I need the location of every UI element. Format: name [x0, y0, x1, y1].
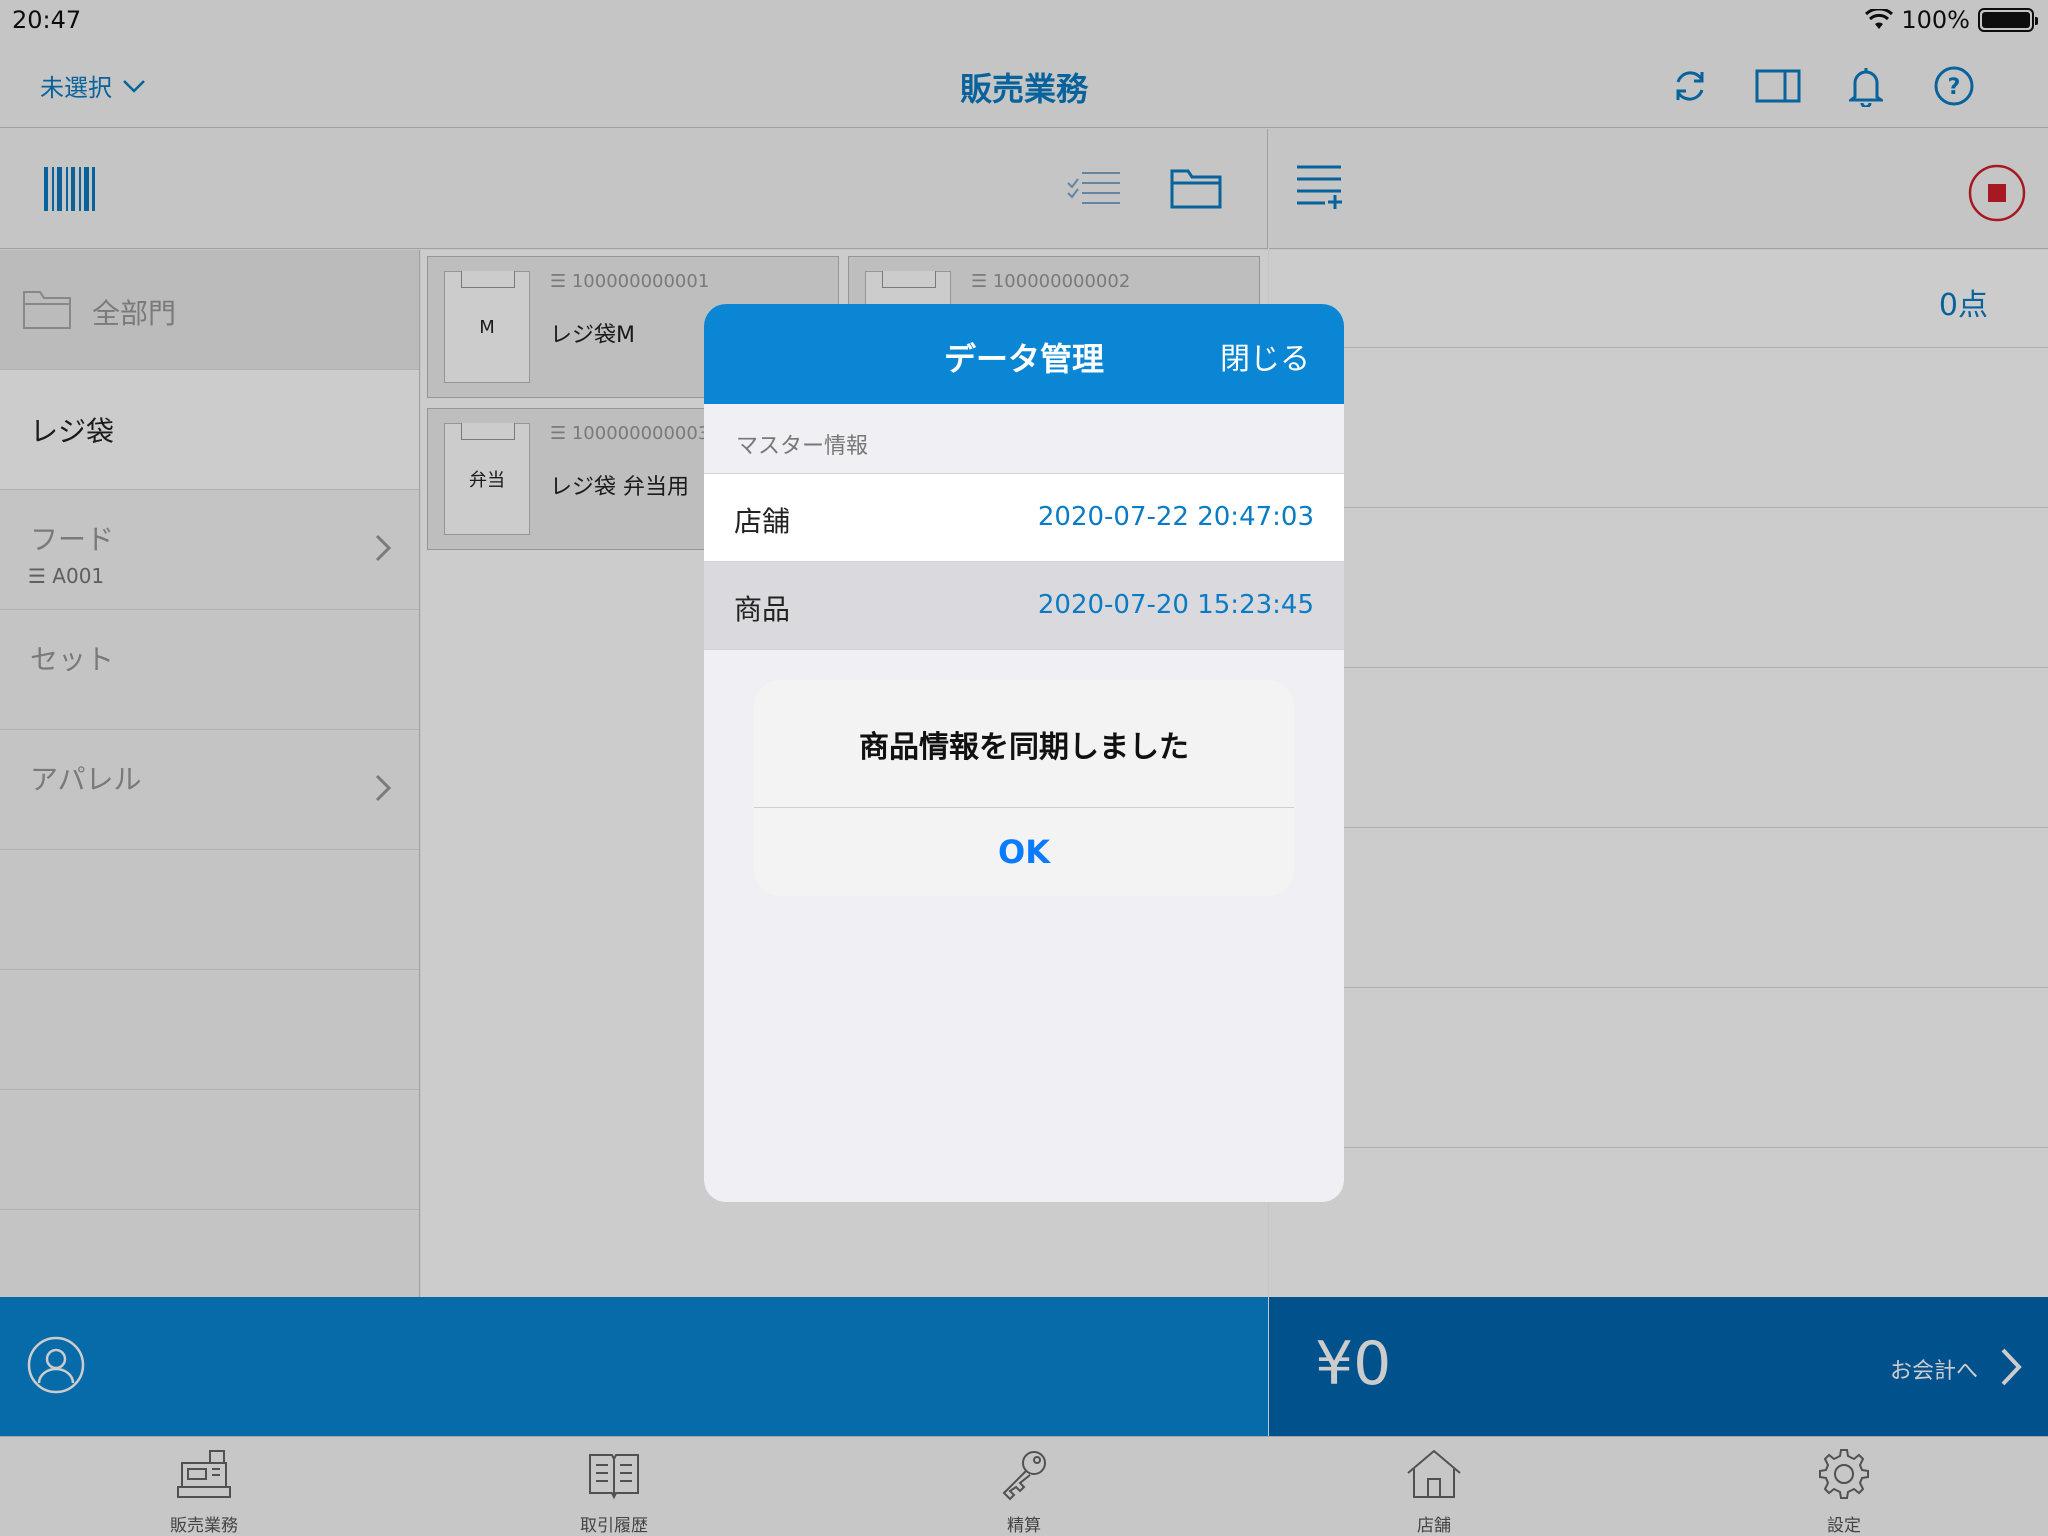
master-row-label: 商品: [734, 593, 791, 626]
close-button[interactable]: 閉じる: [1220, 334, 1310, 378]
master-row-product[interactable]: 商品 2020-07-20 15:23:45: [704, 562, 1344, 650]
section-label: マスター情報: [704, 404, 1344, 474]
master-row-store[interactable]: 店舗 2020-07-22 20:47:03: [704, 474, 1344, 562]
alert-message: 商品情報を同期しました: [754, 680, 1294, 808]
master-row-timestamp: 2020-07-22 20:47:03: [1037, 502, 1314, 532]
sheet-header: データ管理 閉じる: [704, 304, 1344, 404]
sync-alert: 商品情報を同期しました OK: [754, 680, 1294, 896]
ok-button[interactable]: OK: [754, 808, 1294, 896]
master-row-label: 店舗: [734, 505, 791, 538]
master-row-timestamp: 2020-07-20 15:23:45: [1037, 590, 1314, 620]
